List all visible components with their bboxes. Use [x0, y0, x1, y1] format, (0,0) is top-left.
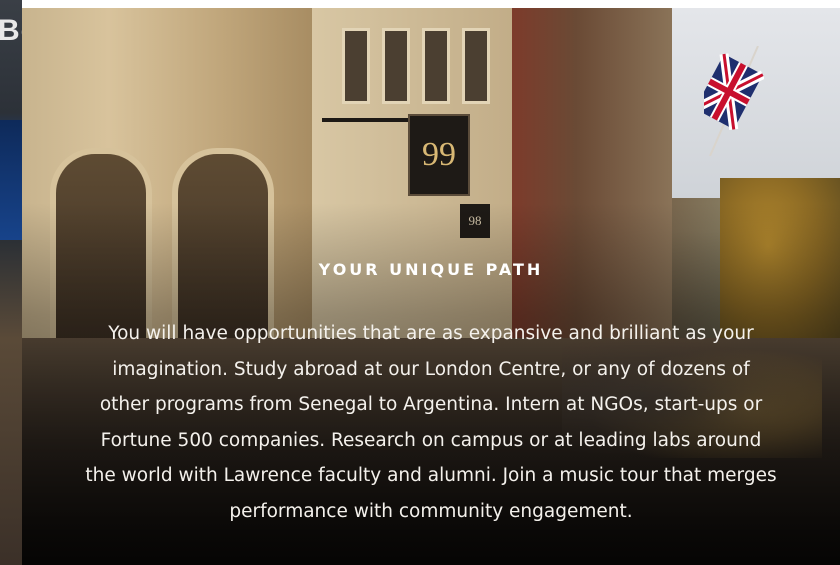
previous-slide-image-fragment [0, 120, 22, 240]
carousel-slide-your-unique-path: 99 98 YOUR UNIQUE PATH You will have opp… [22, 8, 840, 565]
previous-slide-text: Bo [0, 14, 22, 47]
slide-body-text: You will have opportunities that are as … [52, 316, 810, 529]
body-line: You will have opportunities that are as … [108, 323, 754, 344]
previous-slide-peek[interactable]: Bo [0, 0, 22, 565]
slide-caption: YOUR UNIQUE PATH You will have opportuni… [22, 8, 840, 565]
body-line: imagination. Study abroad at our London … [112, 358, 750, 380]
body-line: other programs from Senegal to Argentina… [99, 394, 763, 415]
body-line: Fortune 500 companies. Research on campu… [100, 429, 762, 451]
slide-heading: YOUR UNIQUE PATH [318, 260, 544, 279]
body-line: performance with community engagement. [229, 500, 633, 522]
body-line: the world with Lawrence faculty and alum… [85, 465, 777, 486]
